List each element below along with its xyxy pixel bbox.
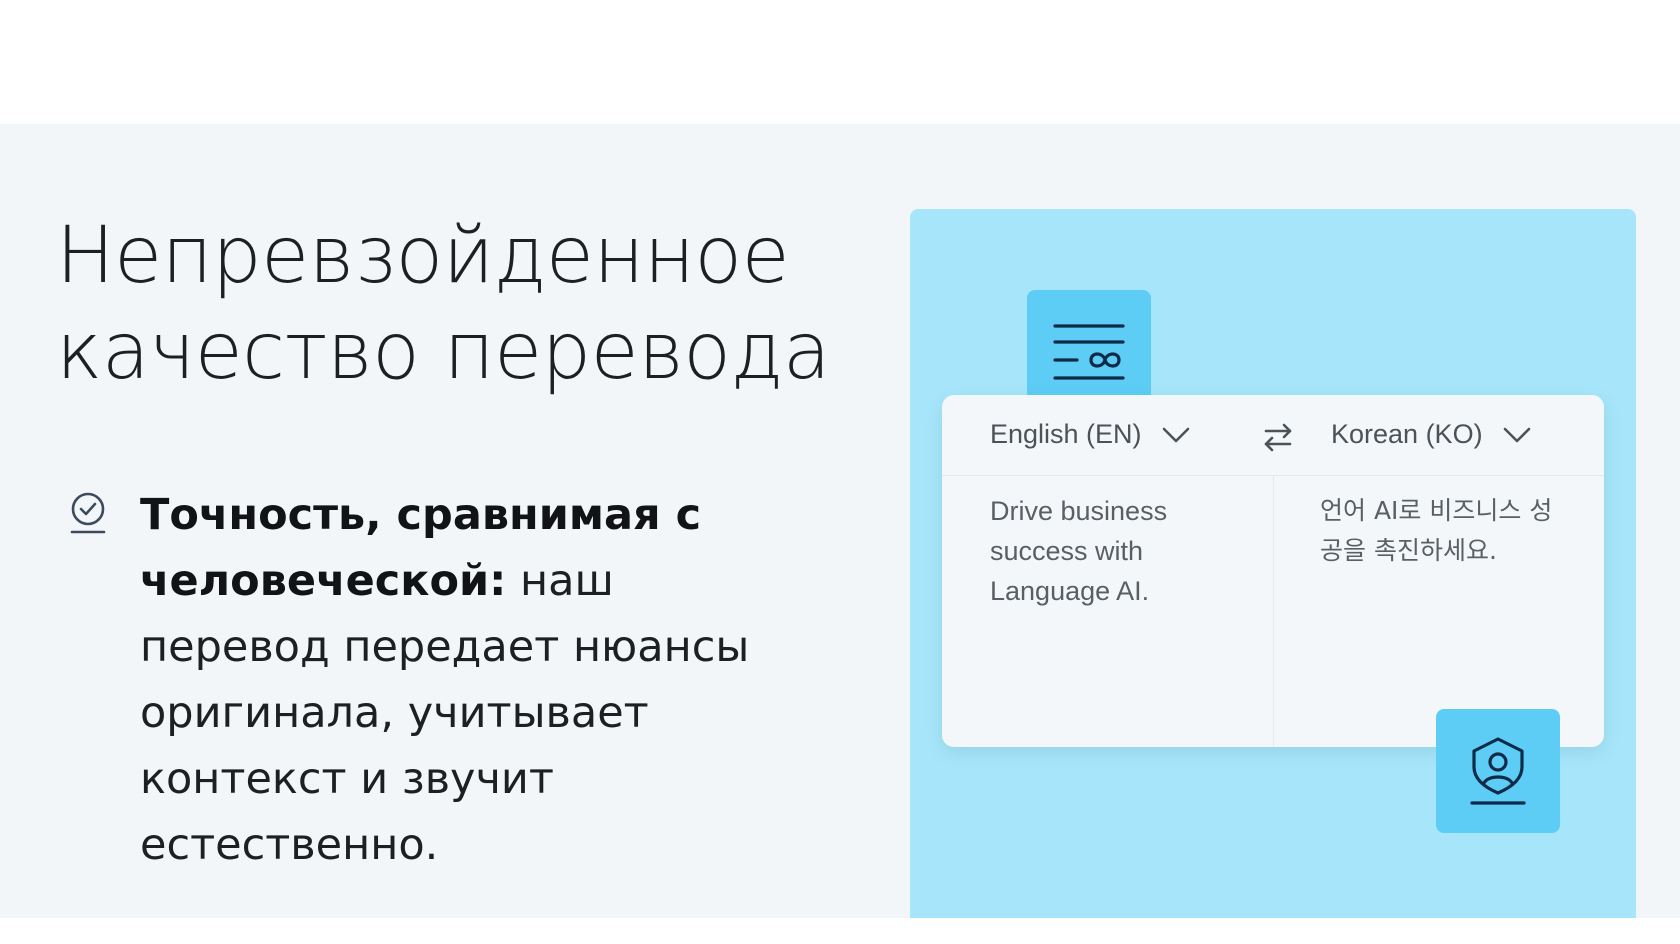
text-infinity-icon bbox=[1053, 324, 1125, 380]
source-language-select[interactable]: English (EN) bbox=[990, 419, 1192, 450]
feature-title: Точность, сравнимая с человеческой: bbox=[140, 490, 702, 606]
shield-user-icon bbox=[1470, 737, 1526, 805]
bottom-badge bbox=[1436, 709, 1560, 833]
target-language-label: Korean (KO) bbox=[1331, 419, 1483, 449]
source-text[interactable]: Drive business success with Language AI. bbox=[990, 491, 1230, 611]
feature-description: Точность, сравнимая с человеческой: наш … bbox=[140, 482, 780, 878]
bottom-whitespace bbox=[0, 918, 1680, 944]
pane-divider bbox=[1273, 475, 1274, 747]
section-heading: Непревзойденное качество перевода bbox=[56, 208, 876, 400]
heading-line-2: качество перевода bbox=[56, 307, 831, 397]
swap-arrows-icon[interactable] bbox=[1260, 419, 1296, 455]
top-whitespace bbox=[0, 0, 1680, 124]
target-language-select[interactable]: Korean (KO) bbox=[1331, 419, 1533, 450]
target-text: 언어 AI로 비즈니스 성공을 촉진하세요. bbox=[1320, 496, 1553, 565]
translator-illustration: English (EN) Korean (KO) Drive business … bbox=[910, 209, 1636, 918]
language-bar: English (EN) Korean (KO) bbox=[942, 395, 1604, 476]
chevron-down-icon bbox=[1162, 427, 1189, 442]
heading-line-1: Непревзойденное bbox=[56, 211, 790, 301]
source-language-label: English (EN) bbox=[990, 419, 1142, 449]
translator-card: English (EN) Korean (KO) Drive business … bbox=[942, 395, 1604, 747]
chevron-down-icon bbox=[1503, 427, 1530, 442]
check-badge-icon bbox=[70, 492, 106, 534]
